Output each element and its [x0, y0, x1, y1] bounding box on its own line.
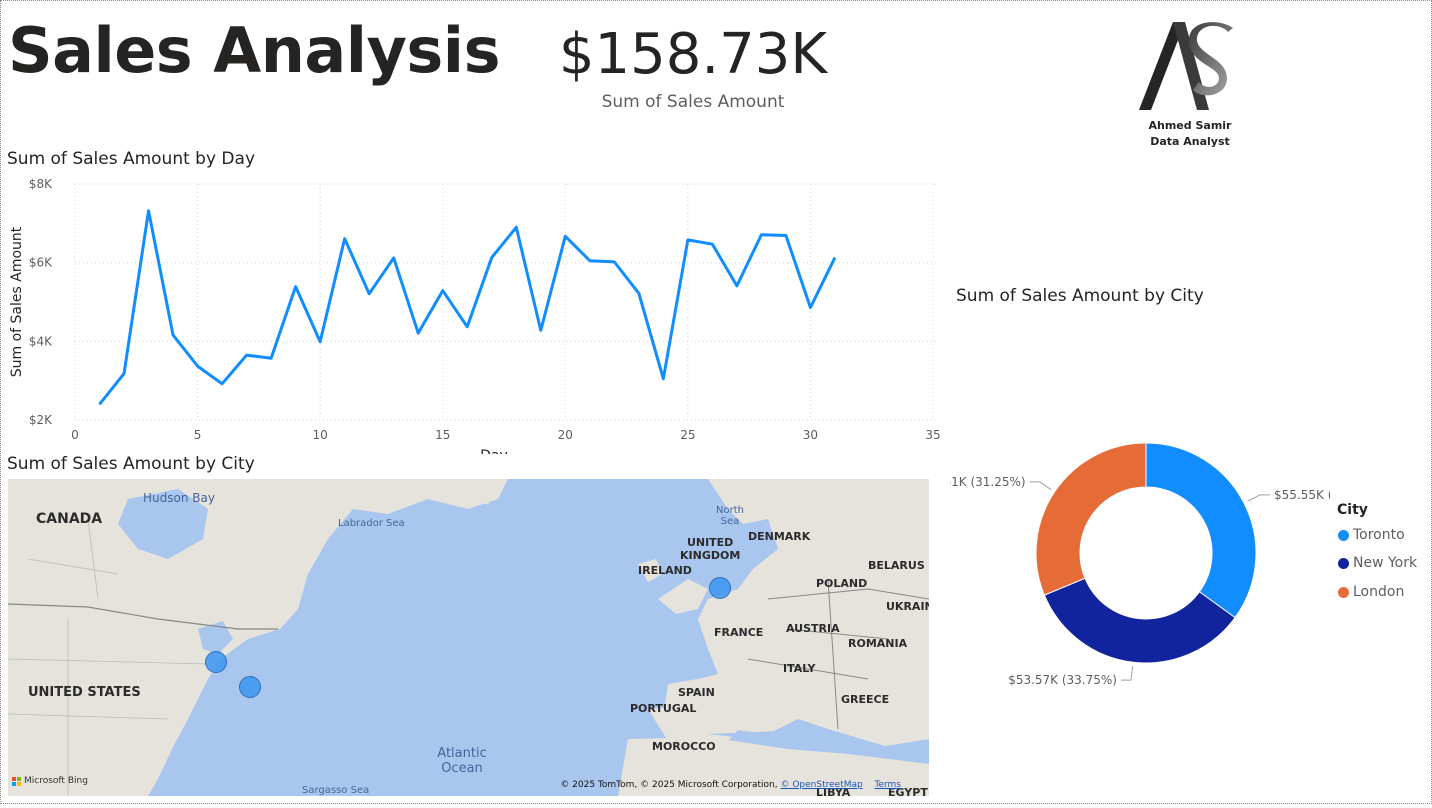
map-attribution: © 2025 TomTom, © 2025 Microsoft Corporat…	[560, 780, 901, 790]
map-label-north-sea: North Sea	[714, 505, 746, 527]
map-label-morocco: MOROCCO	[652, 740, 716, 753]
map-label-united-kingdom: UNITED KINGDOM	[680, 536, 740, 562]
legend-label-toronto: Toronto	[1353, 527, 1405, 543]
microsoft-logo-icon	[12, 776, 21, 786]
page-title: Sales Analysis	[8, 14, 500, 87]
map-label-italy: ITALY	[783, 662, 816, 675]
x-tick-label: 30	[803, 428, 818, 442]
x-tick-label: 10	[313, 428, 328, 442]
legend-item-london[interactable]: London	[1338, 584, 1404, 600]
bing-label: Microsoft Bing	[24, 776, 88, 786]
y-tick-label: $2K	[29, 413, 53, 427]
x-tick-label: 25	[680, 428, 695, 442]
y-tick-label: $8K	[29, 177, 53, 191]
x-tick-label: 0	[71, 428, 79, 442]
legend-item-new-york[interactable]: New York	[1338, 555, 1417, 571]
y-tick-label: $4K	[29, 334, 53, 348]
author-role: Data Analyst	[1150, 135, 1230, 148]
line-chart-title: Sum of Sales Amount by Day	[7, 149, 256, 169]
legend-label-new-york: New York	[1353, 555, 1418, 571]
y-axis-title: Sum of Sales Amount	[9, 226, 25, 377]
map-label-labrador-sea: Labrador Sea	[338, 518, 405, 529]
donut-chart[interactable]: $55.55K (35%) $53.57K (33.75%) $49.61K (31…	[950, 420, 1330, 700]
map-label-canada: CANADA	[36, 511, 103, 527]
author-credit: Ahmed Samir Data Analyst	[1120, 118, 1260, 150]
map-title: Sum of Sales Amount by City	[7, 454, 255, 474]
map-label-atlantic-ocean: Atlantic Ocean	[434, 746, 490, 776]
map-label-ireland: IRELAND	[638, 564, 692, 577]
legend-label-london: London	[1353, 584, 1405, 600]
map-label-france: FRANCE	[714, 626, 764, 639]
map-bubble-new-york[interactable]	[239, 676, 261, 698]
donut-chart-title: Sum of Sales Amount by City	[956, 286, 1204, 306]
map-bubble-toronto[interactable]	[205, 651, 227, 673]
donut-slice-london[interactable]	[1035, 442, 1147, 596]
donut-leader-line	[1120, 666, 1134, 681]
map-label-atlantic-line1: Atlantic	[437, 746, 487, 761]
donut-slice-toronto[interactable]	[1145, 442, 1257, 619]
legend-item-toronto[interactable]: Toronto	[1338, 527, 1405, 543]
donut-label-london: $49.61K (31.25%)	[950, 475, 1026, 489]
map-label-romania: ROMANIA	[848, 637, 908, 650]
x-tick-label: 20	[558, 428, 573, 442]
legend-title: City	[1337, 502, 1368, 518]
map-label-spain: SPAIN	[678, 686, 715, 699]
map-label-united-states: UNITED STATES	[28, 685, 141, 700]
author-name: Ahmed Samir	[1148, 119, 1232, 132]
donut-label-new-york: $53.57K (33.75%)	[1008, 673, 1117, 687]
map-label-uk-line1: UNITED	[686, 536, 734, 549]
bing-attribution: Microsoft Bing	[12, 776, 88, 786]
kpi-card-label: Sum of Sales Amount	[601, 92, 785, 112]
legend-marker-new-york	[1338, 557, 1349, 569]
map-label-denmark: DENMARK	[748, 530, 811, 543]
map-label-north-sea-line1: North	[716, 505, 744, 516]
map-label-greece: GREECE	[841, 693, 890, 706]
x-tick-label: 5	[194, 428, 202, 442]
x-tick-label: 35	[925, 428, 940, 442]
map-label-portugal: PORTUGAL	[630, 702, 697, 715]
x-tick-label: 15	[435, 428, 450, 442]
map-label-austria: AUSTRIA	[786, 622, 840, 635]
map-label-north-sea-line2: Sea	[720, 516, 740, 527]
y-tick-label: $6K	[29, 256, 53, 270]
map-label-poland: POLAND	[816, 577, 868, 590]
map-label-atlantic-line2: Ocean	[441, 761, 483, 776]
donut-leader-line	[1029, 481, 1052, 491]
map-label-uk-line2: KINGDOM	[680, 549, 741, 562]
map-label-ukraine: UKRAIN	[886, 600, 929, 613]
map-visual[interactable]: Hudson Bay CANADA Labrador Sea UNITED ST…	[8, 479, 929, 796]
series-line-sales	[98, 209, 837, 406]
map-label-belarus: BELARUS	[868, 559, 925, 572]
map-label-hudson-bay: Hudson Bay	[143, 491, 215, 505]
donut-leader-line	[1247, 494, 1271, 502]
x-axis-title: Day	[480, 448, 508, 454]
line-chart[interactable]: 0 5 10 15 20 25 30 35 $2K $4K $6K $8K Sum of Sales A…	[0, 172, 950, 454]
map-bubble-london[interactable]	[709, 577, 731, 599]
openstreetmap-link[interactable]: © OpenStreetMap	[780, 780, 862, 790]
legend-marker-london	[1338, 586, 1349, 598]
donut-label-toronto: $55.55K (35%)	[1274, 488, 1330, 502]
legend-marker-toronto	[1338, 529, 1349, 541]
kpi-card-value[interactable]: $158.73K	[520, 22, 866, 87]
map-copyright-text: © 2025 TomTom, © 2025 Microsoft Corporat…	[560, 780, 781, 790]
map-label-sargasso-sea: Sargasso Sea	[302, 785, 370, 796]
terms-link[interactable]: Terms	[874, 780, 901, 790]
author-logo	[1139, 22, 1233, 110]
